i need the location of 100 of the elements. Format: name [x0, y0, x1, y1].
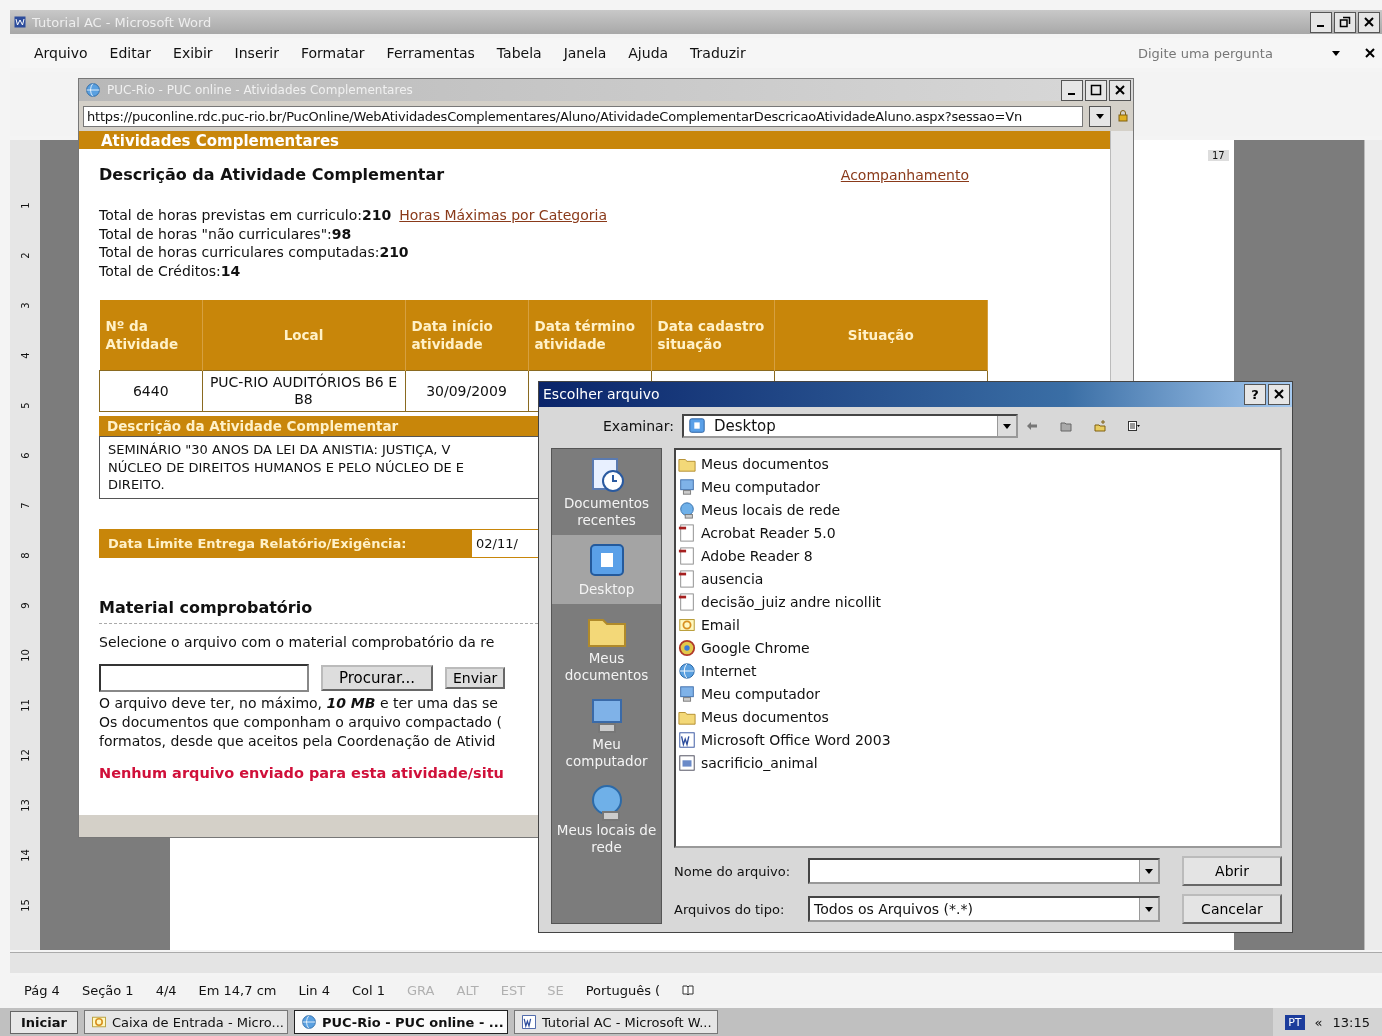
column-header: Situação: [774, 300, 988, 371]
note-text: Os documentos que componham o arquivo compactado (: [99, 712, 502, 732]
file-item[interactable]: Adobe Reader 8: [678, 544, 1278, 567]
place-item[interactable]: Documentos recentes: [552, 449, 661, 535]
menu-item[interactable]: Ferramentas: [386, 45, 475, 61]
note-text: formatos, desde que aceitos pela Coordenação de Ativid: [99, 731, 496, 751]
file-item[interactable]: Meu computador: [678, 682, 1278, 705]
close-button[interactable]: [1364, 47, 1376, 59]
file-item[interactable]: ausencia: [678, 567, 1278, 590]
close-button[interactable]: [1273, 388, 1285, 401]
description-text: NÚCLEO DE DIREITOS HUMANOS E PELO NÚCLEO DE E: [108, 458, 464, 476]
taskbar-button[interactable]: Tutorial AC - Microsoft W...: [513, 1010, 718, 1034]
ruler-number: 14: [19, 848, 31, 862]
look-in-dropdown[interactable]: Desktop: [681, 414, 1018, 439]
view-menu-icon[interactable]: [1127, 420, 1140, 433]
table-cell: PUC-RIO AUDITÓRIOS B6 E B8: [202, 370, 405, 412]
language-indicator[interactable]: PT: [1285, 1014, 1305, 1030]
image-file-icon: [678, 753, 696, 772]
place-item[interactable]: Meus locais de rede: [552, 776, 661, 862]
vertical-scrollbar[interactable]: [1364, 140, 1382, 950]
menu-item[interactable]: Tabela: [496, 45, 542, 61]
look-in-label: Examinar:: [603, 418, 674, 435]
maximize-button[interactable]: [1090, 84, 1102, 96]
close-button[interactable]: [1363, 16, 1375, 28]
status-item: EST: [500, 982, 526, 998]
help-search-field[interactable]: Digite uma pergunta: [1138, 45, 1308, 61]
category-link[interactable]: Horas Máximas por Categoria: [399, 206, 607, 225]
ruler-number: 11: [19, 698, 31, 712]
ruler-number: 17: [1208, 150, 1229, 161]
window-title: Tutorial AC - Microsoft Word: [32, 14, 212, 30]
menu-item[interactable]: Formatar: [300, 45, 365, 61]
close-button[interactable]: [1114, 84, 1126, 96]
warning-text: Nenhum arquivo enviado para esta atividade/situ: [99, 764, 504, 781]
table-cell: 30/09/2009: [405, 370, 528, 412]
acompanhamento-link[interactable]: Acompanhamento: [840, 166, 969, 183]
file-item[interactable]: Meu computador: [678, 475, 1278, 498]
ruler-number: 10: [19, 648, 31, 662]
file-item[interactable]: Microsoft Office Word 2003: [678, 728, 1278, 751]
menu-item[interactable]: Traduzir: [690, 45, 746, 61]
place-item[interactable]: Meu computador: [552, 690, 661, 776]
filename-field[interactable]: [808, 858, 1160, 884]
menu-item[interactable]: Exibir: [173, 45, 213, 61]
word-document-icon: [678, 730, 696, 749]
column-header: Data término atividade: [528, 300, 651, 371]
help-button[interactable]: ?: [1244, 383, 1266, 405]
menu-item[interactable]: Arquivo: [34, 45, 88, 61]
file-item[interactable]: Meus documentos: [678, 705, 1278, 728]
browse-button[interactable]: Procurar...: [321, 664, 433, 691]
restore-button[interactable]: [1339, 16, 1351, 28]
address-field[interactable]: https://puconline.rdc.puc-rio.br/PucOnline/WebAtividadesComplementares/Aluno/AtividadeComplementarDescricaoAtividadeAluno.aspx?sessao=Vn: [83, 105, 1083, 127]
word-document-icon: [520, 1014, 537, 1030]
taskbar-button[interactable]: Caixa de Entrada - Micro...: [83, 1010, 288, 1034]
file-item[interactable]: Meus locais de rede: [678, 498, 1278, 521]
section-heading: Descrição da Atividade Complementar: [99, 165, 445, 184]
status-item: Col 1: [351, 982, 385, 998]
round-app-icon: [678, 638, 696, 657]
desktop-icon: [687, 417, 706, 436]
file-item[interactable]: sacrificio_animal: [678, 751, 1278, 774]
column-header: Data início atividade: [405, 300, 528, 371]
status-item: GRA: [407, 982, 435, 998]
filetype-dropdown[interactable]: Todos os Arquivos (*.*): [808, 896, 1160, 922]
total-line: Total de horas "não curriculares":98: [99, 224, 352, 243]
ruler-number: 4: [19, 351, 31, 359]
taskbar-button[interactable]: PUC-Rio - PUC online - ...: [293, 1010, 508, 1034]
clock: 13:15: [1332, 1014, 1370, 1030]
dialog-title: Escolher arquivo: [543, 386, 660, 403]
menu-item[interactable]: Inserir: [234, 45, 279, 61]
file-item[interactable]: Google Chrome: [678, 636, 1278, 659]
book-icon[interactable]: [682, 984, 695, 996]
file-item[interactable]: Internet: [678, 659, 1278, 682]
ruler-number: 12: [19, 748, 31, 762]
filetype-label: Arquivos do tipo:: [674, 901, 786, 917]
note-text: O arquivo deve ter, no máximo, 10 MB e ter uma das se: [99, 693, 498, 713]
start-button[interactable]: Iniciar: [10, 1010, 78, 1034]
horizontal-scrollbar[interactable]: [10, 952, 1382, 973]
tray-toggle[interactable]: «: [1314, 1014, 1323, 1030]
menu-item[interactable]: Ajuda: [628, 45, 669, 61]
column-header: Nº da Atividade: [99, 300, 202, 371]
ruler-number: 1: [19, 201, 31, 209]
menu-item[interactable]: Editar: [109, 45, 152, 61]
send-button[interactable]: Enviar: [445, 666, 506, 689]
ruler-number: 8: [19, 551, 31, 559]
cancel-button[interactable]: Cancelar: [1182, 894, 1282, 924]
status-item: ALT: [456, 982, 479, 998]
total-line: Total de horas previstas em curriculo:210: [99, 206, 392, 225]
status-item: Pág 4: [24, 982, 60, 998]
open-button[interactable]: Abrir: [1182, 856, 1282, 886]
status-item: Português (: [585, 982, 661, 998]
up-folder-icon[interactable]: [1059, 420, 1072, 433]
file-path-field[interactable]: [99, 663, 309, 692]
ruler-number: 13: [19, 798, 31, 812]
menu-item[interactable]: Janela: [563, 45, 607, 61]
ruler-number: 15: [19, 898, 31, 912]
file-item[interactable]: Meus documentos: [678, 452, 1278, 475]
file-item[interactable]: Acrobat Reader 5.0: [678, 521, 1278, 544]
document-icon: [678, 523, 696, 542]
description-text: SEMINÁRIO "30 ANOS DA LEI DA ANISTIA: JUSTIÇA, V: [108, 441, 451, 459]
column-header: Local: [202, 300, 405, 371]
computer-icon: [678, 477, 696, 496]
new-folder-icon[interactable]: [1093, 420, 1106, 433]
